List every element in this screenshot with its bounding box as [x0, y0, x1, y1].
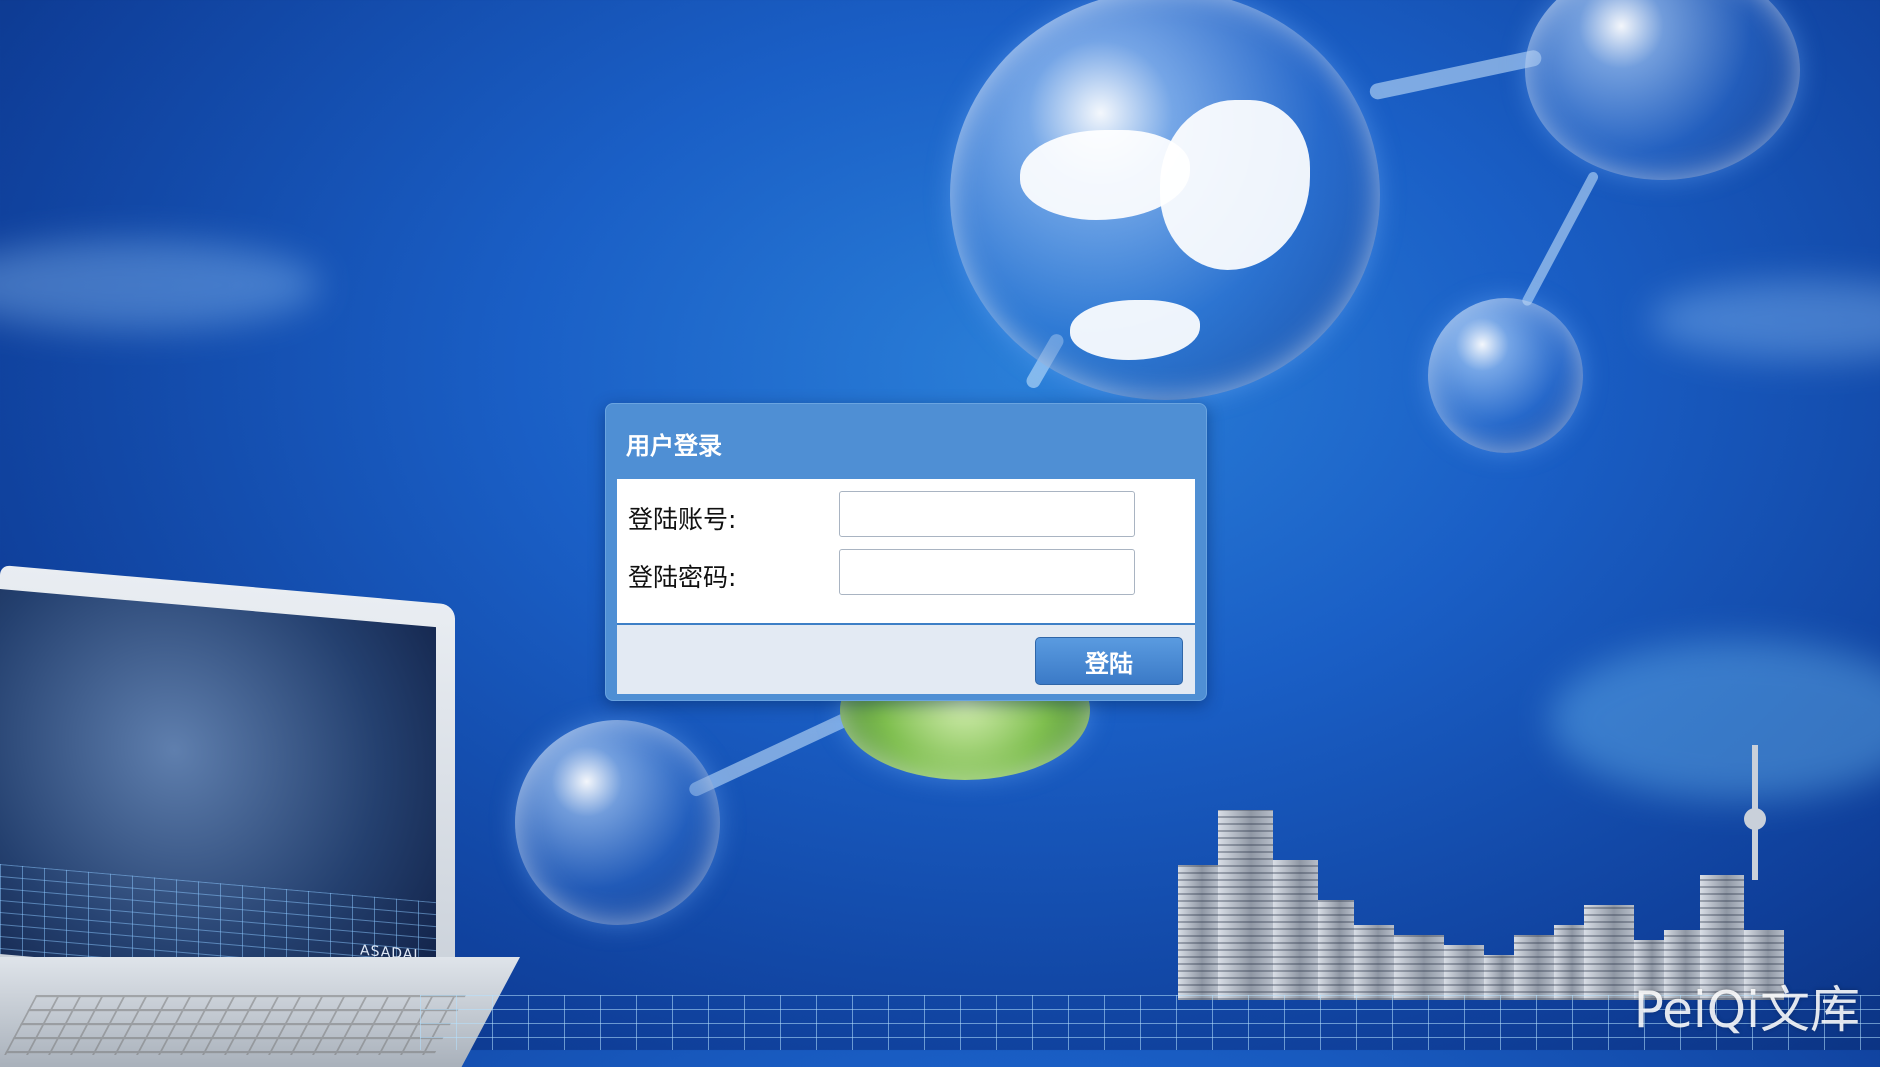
globe-landmass — [1160, 100, 1310, 270]
background-light-streak — [1550, 640, 1880, 800]
building — [1273, 860, 1318, 1000]
building — [1218, 810, 1273, 1000]
watermark: PeiQi文库 — [1633, 981, 1860, 1039]
building — [1394, 935, 1444, 1000]
building — [1318, 900, 1354, 1000]
account-label: 登陆账号: — [628, 505, 737, 534]
bubble-connector — [687, 705, 866, 799]
login-button[interactable]: 登陆 — [1035, 637, 1183, 685]
bubble-connector — [1520, 170, 1600, 308]
building — [1484, 955, 1514, 1000]
background-light-streak — [0, 240, 320, 330]
laptop-screen: ASADAL — [0, 589, 436, 993]
dialog-body: 登陆账号: 登陆密码: 登陆 — [617, 479, 1195, 694]
handshake-bubble — [1525, 0, 1800, 180]
dialog-footer: 登陆 — [617, 625, 1195, 694]
password-label: 登陆密码: — [628, 563, 737, 592]
building — [1554, 925, 1584, 1000]
password-input[interactable] — [839, 549, 1135, 595]
tower-pod — [1744, 808, 1766, 830]
building — [1584, 905, 1634, 1000]
login-dialog: 用户登录 登陆账号: 登陆密码: 登陆 — [605, 403, 1207, 701]
small-orb-bubble — [1428, 298, 1583, 453]
account-input[interactable] — [839, 491, 1135, 537]
building — [1178, 865, 1218, 1000]
building — [1514, 935, 1554, 1000]
building — [1444, 945, 1484, 1000]
login-form: 登陆账号: 登陆密码: — [617, 479, 1195, 625]
globe-bubble — [950, 0, 1380, 400]
laptop-illustration: ASADAL — [0, 565, 520, 1067]
dialog-title: 用户登录 — [626, 432, 722, 460]
globe-landmass — [1070, 300, 1200, 360]
bubble-connector — [1368, 48, 1543, 101]
photos-bubble — [515, 720, 720, 925]
building — [1354, 925, 1394, 1000]
password-row: 登陆密码: — [617, 548, 1195, 598]
account-row: 登陆账号: — [617, 490, 1195, 540]
laptop-lid: ASADAL — [0, 565, 455, 1020]
laptop-keyboard — [4, 995, 466, 1055]
background-light-streak — [1650, 280, 1880, 360]
